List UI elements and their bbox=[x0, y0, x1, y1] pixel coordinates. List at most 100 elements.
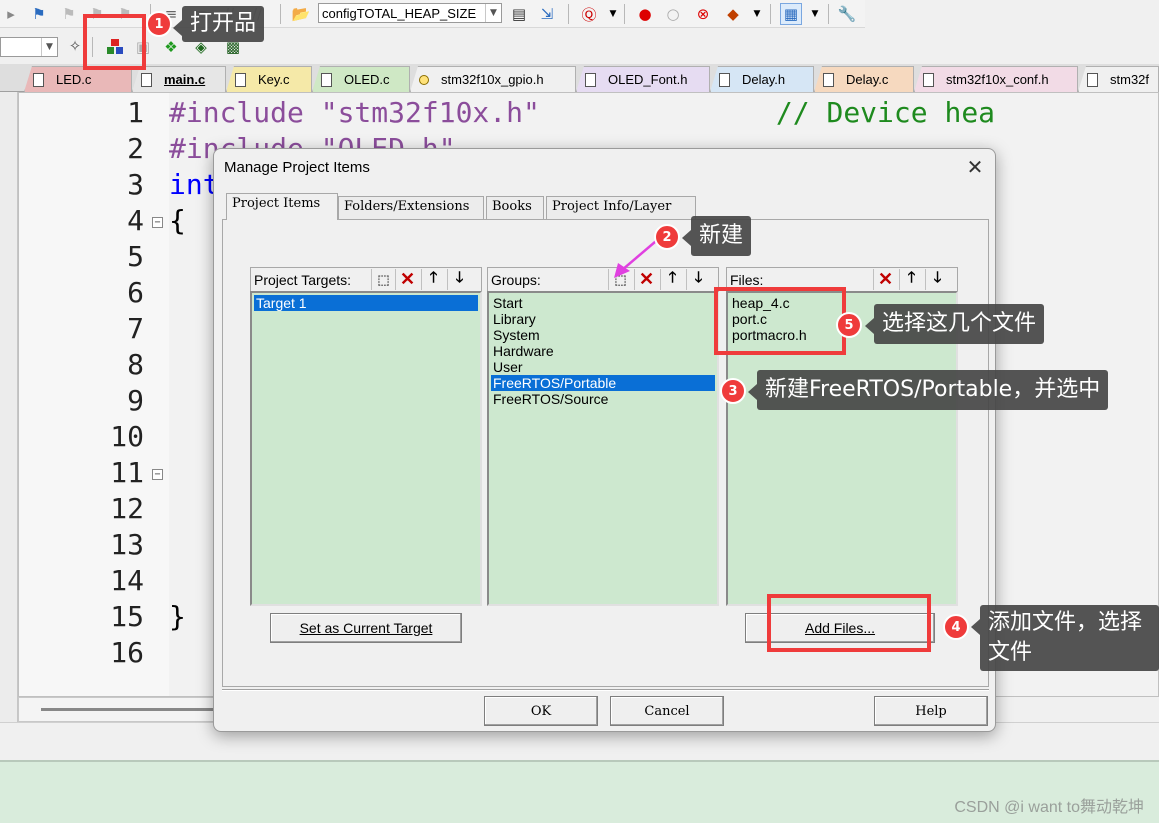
select-packs-icon[interactable]: ❖ bbox=[160, 36, 182, 58]
line-number: 15 bbox=[110, 600, 144, 633]
targets-list[interactable]: Target 1 bbox=[250, 291, 482, 606]
watermark: CSDN @i want to舞动乾坤 bbox=[954, 799, 1144, 816]
insert-breakpoint-icon[interactable]: ● bbox=[634, 3, 656, 25]
prev-bookmark-icon[interactable]: ⚑ bbox=[58, 3, 80, 25]
list-item[interactable]: User bbox=[491, 359, 715, 375]
step-badge-1: 1 bbox=[146, 11, 172, 37]
groups-label: Groups: bbox=[491, 271, 541, 288]
list-item[interactable]: System bbox=[491, 327, 715, 343]
tab-project-items[interactable]: Project Items bbox=[226, 193, 338, 220]
step-callout-5: 选择这几个文件 bbox=[864, 304, 1045, 344]
tab-folders-extensions[interactable]: Folders/Extensions bbox=[338, 196, 484, 219]
line-number: 9 bbox=[127, 384, 144, 417]
highlight-box-toolbar bbox=[83, 14, 146, 70]
help-button[interactable]: Help bbox=[874, 696, 988, 726]
move-up-icon[interactable]: 🡑 bbox=[899, 269, 923, 290]
chevron-down-icon[interactable]: ▼ bbox=[41, 38, 57, 56]
line-number: 12 bbox=[110, 492, 144, 525]
code-line-1: #include "stm32f10x.h" // Device hea bbox=[169, 96, 996, 129]
enable-breakpoint-icon[interactable]: ○ bbox=[662, 3, 684, 25]
flag-icon[interactable]: ⚑ bbox=[28, 3, 50, 25]
chevron-down-icon[interactable]: ▼ bbox=[804, 3, 826, 25]
chevron-down-icon[interactable]: ▼ bbox=[602, 3, 624, 25]
groups-list[interactable]: Start Library System Hardware User FreeR… bbox=[487, 291, 719, 606]
scrollbar-thumb[interactable] bbox=[41, 708, 241, 711]
list-item[interactable]: Start bbox=[491, 295, 715, 311]
delete-icon[interactable]: ✕ bbox=[395, 269, 419, 290]
list-item[interactable]: Hardware bbox=[491, 343, 715, 359]
find-in-files-icon[interactable]: 📂 bbox=[290, 3, 312, 25]
arrow-right-icon[interactable]: ▸ bbox=[0, 3, 22, 25]
move-down-icon[interactable]: 🡓 bbox=[447, 269, 471, 290]
find-icon[interactable]: ▤ bbox=[508, 3, 530, 25]
project-pane-edge bbox=[0, 92, 18, 722]
find-combo-value: configTOTAL_HEAP_SIZE bbox=[322, 5, 477, 21]
chevron-down-icon[interactable]: ▼ bbox=[746, 3, 768, 25]
set-current-target-button[interactable]: Set as Current Target bbox=[270, 613, 462, 643]
line-number: 4 bbox=[127, 204, 144, 237]
line-number: 8 bbox=[127, 348, 144, 381]
tab-stm32f-truncated[interactable]: stm32f bbox=[1078, 66, 1159, 92]
file-icon bbox=[141, 72, 152, 87]
delete-icon[interactable]: ✕ bbox=[873, 269, 897, 290]
tab-delay-c[interactable]: Delay.c bbox=[814, 66, 914, 92]
chevron-down-icon[interactable]: ▼ bbox=[485, 4, 501, 22]
tab-oled-c[interactable]: OLED.c bbox=[312, 66, 410, 92]
step-badge-3: 3 bbox=[720, 378, 746, 404]
line-number: 14 bbox=[110, 564, 144, 597]
cancel-button[interactable]: Cancel bbox=[610, 696, 724, 726]
step-callout-4: 添加文件，选择文件 bbox=[971, 605, 1159, 671]
debug-session-icon[interactable]: Ⓠ bbox=[578, 3, 600, 25]
move-down-icon[interactable]: 🡓 bbox=[686, 269, 710, 290]
list-item[interactable]: Library bbox=[491, 311, 715, 327]
tab-stm32f10x-conf-h[interactable]: stm32f10x_conf.h bbox=[914, 66, 1078, 92]
file-icon bbox=[719, 72, 730, 87]
move-up-icon[interactable]: 🡑 bbox=[421, 269, 445, 290]
wrench-icon[interactable]: 🔧 bbox=[836, 3, 858, 25]
key-icon bbox=[419, 74, 429, 85]
line-number-gutter: 1 2 3 4 5 6 7 8 9 10 11 12 13 14 15 16 −… bbox=[19, 93, 169, 696]
fold-toggle-icon[interactable]: − bbox=[152, 217, 163, 228]
kill-breakpoints-icon[interactable]: ◆ bbox=[722, 3, 744, 25]
find-combo[interactable]: configTOTAL_HEAP_SIZE ▼ bbox=[318, 3, 502, 23]
tab-main-c[interactable]: main.c bbox=[132, 66, 226, 92]
window-layout-icon[interactable]: ▦ bbox=[780, 3, 802, 25]
fold-toggle-icon[interactable]: − bbox=[152, 469, 163, 480]
toolbar-separator bbox=[770, 4, 771, 24]
move-down-icon[interactable]: 🡓 bbox=[925, 269, 949, 290]
line-number: 13 bbox=[110, 528, 144, 561]
file-icon bbox=[235, 72, 246, 87]
new-item-icon[interactable]: ⬚ bbox=[371, 269, 395, 290]
tab-delay-h[interactable]: Delay.h bbox=[710, 66, 814, 92]
step-callout-3: 新建FreeRTOS/Portable，并选中 bbox=[747, 370, 1109, 410]
highlight-box-add-files bbox=[767, 594, 931, 652]
files-label: Files: bbox=[730, 271, 764, 288]
line-number: 11 bbox=[110, 456, 144, 489]
tab-books[interactable]: Books bbox=[486, 196, 544, 219]
step-callout-2: 新建 bbox=[681, 216, 752, 256]
file-icon bbox=[1087, 72, 1098, 87]
disable-breakpoints-icon[interactable]: ⊗ bbox=[692, 3, 714, 25]
line-number: 7 bbox=[127, 312, 144, 345]
tab-stm32f10x-gpio-h[interactable]: stm32f10x_gpio.h bbox=[410, 66, 576, 92]
line-number: 2 bbox=[127, 132, 144, 165]
toolbar-separator bbox=[828, 4, 829, 24]
line-number: 10 bbox=[110, 420, 144, 453]
target-combo[interactable]: ▼ bbox=[0, 37, 58, 57]
targets-label: Project Targets: bbox=[254, 271, 352, 288]
tab-oled-font-h[interactable]: OLED_Font.h bbox=[576, 66, 710, 92]
list-item[interactable]: FreeRTOS/Source bbox=[491, 391, 715, 407]
tab-key-c[interactable]: Key.c bbox=[226, 66, 312, 92]
list-item[interactable]: Target 1 bbox=[254, 295, 478, 311]
incremental-find-icon[interactable]: ⇲ bbox=[536, 3, 558, 25]
tab-project-info-layer[interactable]: Project Info/Layer bbox=[546, 196, 696, 219]
code-line-3: int bbox=[169, 168, 220, 201]
file-icon bbox=[321, 72, 332, 87]
close-icon[interactable]: ✕ bbox=[962, 155, 988, 181]
list-item-selected[interactable]: FreeRTOS/Portable bbox=[491, 375, 715, 391]
step-badge-5: 5 bbox=[836, 312, 862, 338]
ok-button[interactable]: OK bbox=[484, 696, 598, 726]
step-badge-2: 2 bbox=[654, 224, 680, 250]
step-callout-1: 打开品 bbox=[172, 6, 265, 42]
toolbar-separator bbox=[280, 4, 281, 24]
